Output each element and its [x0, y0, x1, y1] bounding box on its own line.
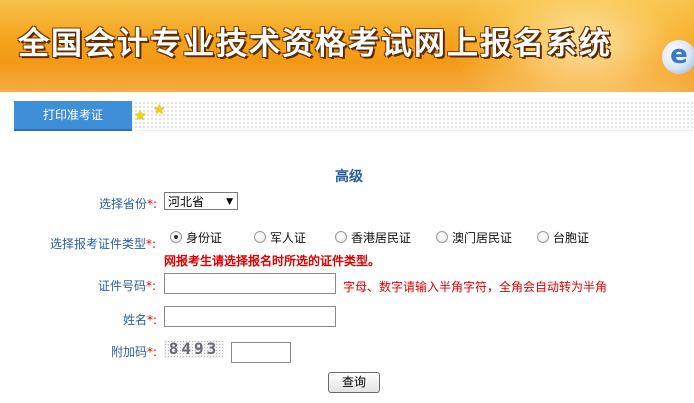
province-label-text: 选择省份 [99, 197, 148, 211]
id-number-label-text: 证件号码 [98, 279, 147, 293]
name-label-text: 姓名 [123, 313, 148, 327]
section-title: 高级 [335, 169, 363, 185]
name-label: 姓名*: [123, 311, 157, 328]
header-banner: 全国会计专业技术资格考试网上报名系统 e [0, 0, 694, 92]
captcha-label-text: 附加码 [111, 345, 148, 359]
radio-label: 身份证 [186, 231, 223, 245]
radio-id-card[interactable]: 身份证 [170, 229, 222, 246]
id-number-label: 证件号码*: [98, 277, 156, 294]
id-number-input[interactable] [164, 273, 336, 294]
required-mark: *: [147, 197, 158, 211]
province-label: 选择省份*: [99, 195, 157, 212]
tab-print-admission-ticket[interactable]: 打印准考证 [14, 101, 132, 131]
captcha-input[interactable] [231, 342, 291, 363]
site-title: 全国会计专业技术资格考试网上报名系统 [18, 26, 612, 62]
radio-label: 澳门居民证 [452, 231, 513, 245]
province-select[interactable]: 河北省 ▼ [164, 192, 238, 210]
required-mark: *: [146, 237, 157, 251]
radio-label: 台胞证 [553, 231, 590, 245]
id-type-label: 选择报考证件类型*: [50, 235, 156, 252]
required-mark: *: [147, 345, 158, 359]
id-type-notice: 网报考生请选择报名时所选的证件类型。 [164, 254, 381, 268]
radio-button[interactable] [436, 231, 448, 243]
star-icon: ★ [153, 102, 166, 118]
radio-military-card[interactable]: 军人证 [254, 229, 306, 246]
radio-button-selected[interactable] [170, 231, 182, 243]
province-select-value: 河北省 [168, 195, 205, 209]
radio-label: 香港居民证 [351, 231, 412, 245]
name-input[interactable] [164, 306, 336, 327]
radio-hongkong-card[interactable]: 香港居民证 [335, 229, 411, 246]
required-mark: *: [147, 313, 158, 327]
e-logo-icon: e [662, 40, 694, 74]
banner-band [0, 62, 694, 92]
radio-button[interactable] [537, 231, 549, 243]
required-mark: *: [146, 279, 157, 293]
radio-macau-card[interactable]: 澳门居民证 [436, 229, 512, 246]
star-icon: ★ [134, 108, 147, 124]
id-number-hint: 字母、数字请输入半角字符，全角会自动转为半角 [343, 280, 608, 294]
radio-button[interactable] [254, 231, 266, 243]
captcha-label: 附加码*: [111, 343, 157, 360]
radio-taiwan-card[interactable]: 台胞证 [537, 229, 589, 246]
dropdown-arrow-icon: ▼ [226, 197, 233, 207]
radio-button[interactable] [335, 231, 347, 243]
id-type-label-text: 选择报考证件类型 [50, 237, 147, 251]
captcha-image: 8493 [164, 340, 224, 358]
query-button[interactable]: 查询 [328, 372, 380, 393]
radio-label: 军人证 [270, 231, 307, 245]
